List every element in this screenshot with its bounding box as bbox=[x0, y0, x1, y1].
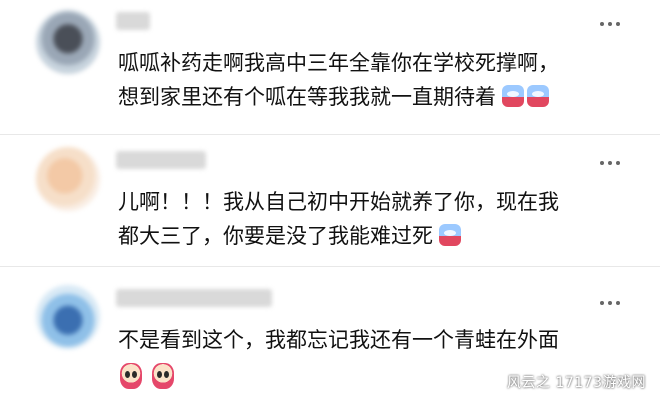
username-blurred[interactable] bbox=[116, 151, 206, 169]
username-blurred[interactable] bbox=[116, 289, 272, 307]
username-blurred[interactable] bbox=[116, 12, 150, 30]
comment-text: 呱呱补药走啊我高中三年全靠你在学校死撑啊， 想到家里还有个呱在等我我就一直期待着 bbox=[118, 46, 559, 114]
more-options-icon[interactable] bbox=[600, 14, 620, 34]
comment-line: 不是看到这个，我都忘记我还有一个青蛙在外面 bbox=[118, 328, 559, 352]
crying-frog-emoji-icon bbox=[527, 85, 549, 107]
avatar[interactable] bbox=[36, 147, 100, 211]
comment-2: 儿啊！！！我从自己初中开始就养了你，现在我 都大三了，你要是没了我能难过死 bbox=[0, 135, 660, 265]
comment-line: 想到家里还有个呱在等我我就一直期待着 bbox=[118, 80, 559, 114]
avatar[interactable] bbox=[36, 285, 100, 349]
emoji-row bbox=[120, 363, 184, 393]
scared-face-emoji-icon bbox=[152, 363, 174, 389]
comment-text: 儿啊！！！我从自己初中开始就养了你，现在我 都大三了，你要是没了我能难过死 bbox=[118, 185, 559, 253]
crying-frog-emoji-icon bbox=[439, 224, 461, 246]
crying-frog-emoji-icon bbox=[502, 85, 524, 107]
scared-face-emoji-icon bbox=[120, 363, 142, 389]
more-options-icon[interactable] bbox=[600, 153, 620, 173]
watermark: 风云之 17173游戏网 bbox=[507, 375, 646, 391]
comment-line: 都大三了，你要是没了我能难过死 bbox=[118, 219, 559, 253]
more-options-icon[interactable] bbox=[600, 293, 620, 313]
comment-text: 不是看到这个，我都忘记我还有一个青蛙在外面 bbox=[118, 323, 559, 357]
avatar[interactable] bbox=[36, 10, 100, 74]
comment-line: 呱呱补药走啊我高中三年全靠你在学校死撑啊， bbox=[118, 51, 559, 75]
comment-1: 呱呱补药走啊我高中三年全靠你在学校死撑啊， 想到家里还有个呱在等我我就一直期待着 bbox=[0, 0, 660, 133]
comment-line: 儿啊！！！我从自己初中开始就养了你，现在我 bbox=[118, 190, 559, 214]
